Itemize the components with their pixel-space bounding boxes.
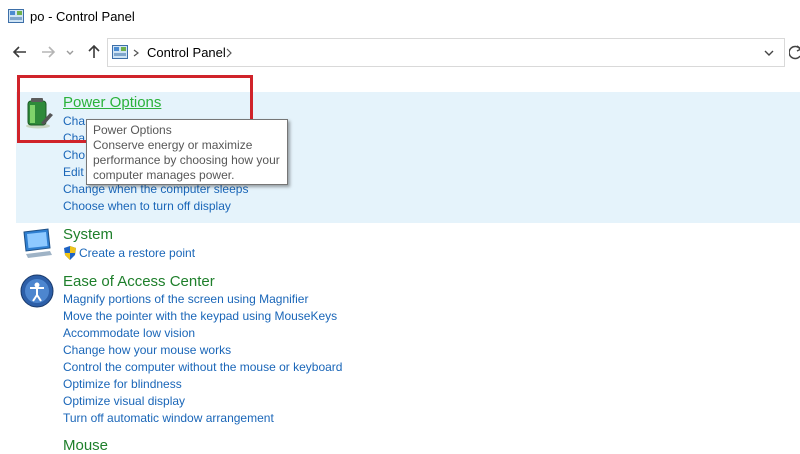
arrow-up-icon[interactable]	[85, 43, 103, 61]
control-panel-icon	[8, 9, 24, 23]
uac-shield-icon	[64, 246, 76, 260]
chevron-right-icon[interactable]	[132, 49, 140, 57]
ease-of-access-icon	[20, 274, 54, 308]
category-title-ease-of-access[interactable]: Ease of Access Center	[63, 273, 215, 290]
task-link[interactable]: Control the computer without the mouse o…	[63, 360, 342, 374]
tooltip-line: computer manages power.	[93, 168, 235, 182]
tooltip-title: Power Options	[93, 123, 172, 137]
chevron-down-icon[interactable]	[763, 48, 775, 58]
task-link[interactable]: Magnify portions of the screen using Mag…	[63, 292, 308, 306]
tooltip-line: performance by choosing how your	[93, 153, 280, 167]
task-link[interactable]: Edit	[63, 165, 84, 179]
task-link[interactable]: Optimize for blindness	[63, 377, 182, 391]
breadcrumb[interactable]: Control Panel	[147, 45, 226, 60]
task-link[interactable]: Cha	[63, 131, 85, 145]
task-link[interactable]: Move the pointer with the keypad using M…	[63, 309, 337, 323]
address-bar[interactable]: Control Panel	[107, 38, 785, 67]
arrow-left-icon[interactable]	[11, 43, 29, 61]
chevron-down-icon[interactable]	[64, 43, 76, 61]
title-bar: po - Control Panel	[0, 0, 800, 33]
category-title-mouse[interactable]: Mouse	[63, 437, 108, 454]
task-link[interactable]: Create a restore point	[79, 246, 195, 260]
control-panel-icon	[112, 45, 128, 59]
category-title-system[interactable]: System	[63, 226, 113, 243]
category-title-power-options[interactable]: Power Options	[63, 94, 161, 111]
tooltip: Power Options Conserve energy or maximiz…	[86, 119, 288, 185]
task-link[interactable]: Change how your mouse works	[63, 343, 231, 357]
arrow-right-icon[interactable]	[39, 43, 57, 61]
task-link[interactable]: Cha	[63, 114, 85, 128]
window-title: po - Control Panel	[30, 9, 135, 24]
chevron-right-icon[interactable]	[225, 48, 233, 58]
task-link[interactable]: Choose when to turn off display	[63, 199, 231, 213]
battery-icon	[26, 98, 53, 129]
task-link[interactable]: Accommodate low vision	[63, 326, 195, 340]
task-link[interactable]: Turn off automatic window arrangement	[63, 411, 274, 425]
tooltip-line: Conserve energy or maximize	[93, 138, 253, 152]
navigation-bar: Control Panel	[0, 33, 800, 73]
task-link[interactable]: Optimize visual display	[63, 394, 185, 408]
task-link[interactable]: Cho	[63, 148, 85, 162]
monitor-icon	[23, 228, 52, 258]
refresh-icon[interactable]	[789, 43, 800, 61]
